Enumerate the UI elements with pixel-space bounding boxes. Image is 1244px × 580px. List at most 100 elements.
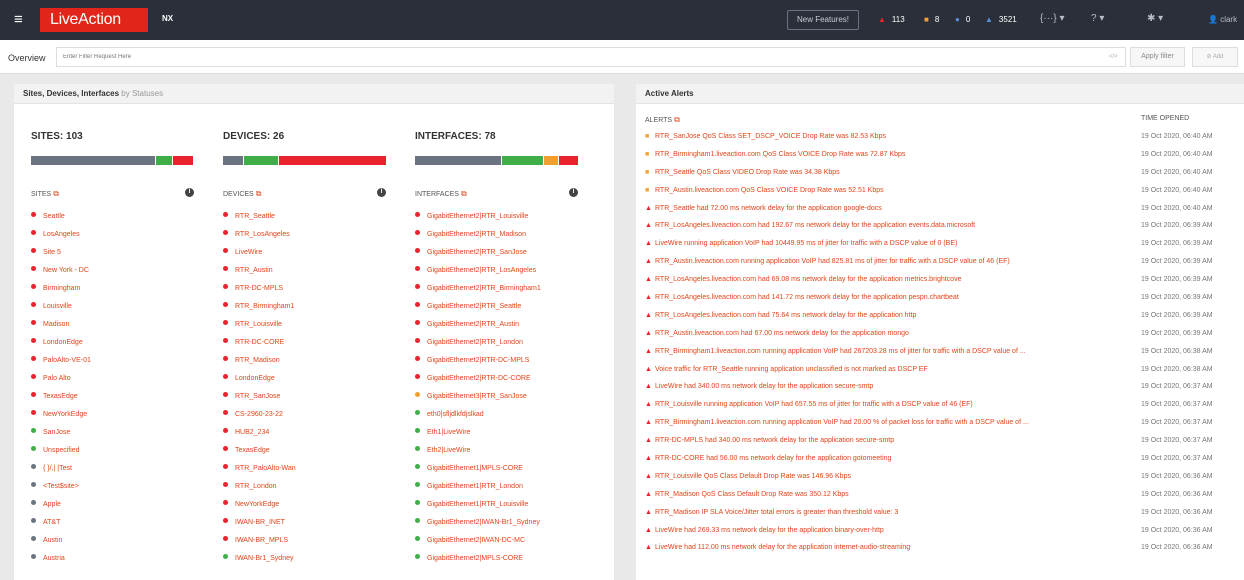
alert-row[interactable]: ▲ RTR_Madison QoS Class Default Drop Rate…	[645, 489, 1241, 507]
time-opened-column-header[interactable]: TIME OPENED	[1141, 115, 1189, 122]
list-item[interactable]: GigabitEthernet3|RTR_SanJose	[415, 392, 541, 410]
bar-segment-gray[interactable]	[223, 156, 243, 165]
overview-tab[interactable]: Overview	[8, 53, 46, 63]
list-item[interactable]: GigabitEthernet2|RTR_Birmingham1	[415, 284, 541, 302]
alert-row[interactable]: ▲ RTR_LosAngeles.liveaction.com had 69.08…	[645, 274, 1241, 292]
list-item[interactable]: GigabitEthernet2|RTR_Louisville	[415, 212, 541, 230]
list-item[interactable]: RTR_PaloAlto-Wan	[223, 464, 296, 482]
new-features-button[interactable]: New Features!	[787, 10, 859, 30]
list-item[interactable]: TexasEdge	[31, 392, 91, 410]
minor-alert-counter[interactable]: ● 0	[955, 13, 970, 27]
list-item[interactable]: Madison	[31, 320, 91, 338]
alert-message[interactable]: RTR-DC-MPLS had 340.00 ms network delay …	[655, 435, 1135, 446]
notification-counter[interactable]: ▲ 3521	[985, 13, 1017, 27]
alert-row[interactable]: ▲ RTR_LosAngeles.liveaction.com had 75.64…	[645, 310, 1241, 328]
external-link-icon[interactable]: ⧉	[461, 189, 467, 198]
list-item[interactable]: Birmingham	[31, 284, 91, 302]
external-link-icon[interactable]: ⧉	[674, 115, 680, 124]
alert-row[interactable]: ▲ RTR_Austin.liveaction.com had 67.00 ms …	[645, 328, 1241, 346]
list-item[interactable]: HUB2_234	[223, 428, 296, 446]
bar-segment-gray[interactable]	[31, 156, 155, 165]
list-item[interactable]: GigabitEthernet1|RTR_Louisville	[415, 500, 541, 518]
list-item[interactable]: TexasEdge	[223, 446, 296, 464]
alert-row[interactable]: ▲ RTR_LosAngeles.liveaction.com had 141.7…	[645, 292, 1241, 310]
help-menu-icon[interactable]: ? ▾	[1091, 11, 1104, 27]
alert-message[interactable]: RTR_Austin.liveaction.com running applic…	[655, 256, 1135, 267]
alert-row[interactable]: ▲ RTR-DC-MPLS had 340.00 ms network delay…	[645, 435, 1241, 453]
list-item[interactable]: Seattle	[31, 212, 91, 230]
alert-row[interactable]: ▲ RTR_Madison IP SLA Voice/Jitter total e…	[645, 507, 1241, 525]
settings-menu-icon[interactable]: ✱ ▾	[1147, 11, 1163, 27]
alert-row[interactable]: ▲ Voice traffic for RTR_Seattle running a…	[645, 364, 1241, 382]
alert-message[interactable]: RTR_Louisville QoS Class Default Drop Ra…	[655, 471, 1135, 482]
alert-row[interactable]: ▲ RTR_Louisville running application VoIP…	[645, 399, 1241, 417]
liveaction-logo[interactable]: LiveAction	[40, 8, 148, 32]
list-item[interactable]: IWAN-Br1_Sydney	[223, 554, 296, 572]
alert-row[interactable]: ▲ RTR_Austin.liveaction.com running appli…	[645, 256, 1241, 274]
list-item[interactable]: LondonEdge	[31, 338, 91, 356]
list-item[interactable]: IWAN-BR_INET	[223, 518, 296, 536]
alert-row[interactable]: ▲ LiveWire running application VoIP had 1…	[645, 238, 1241, 256]
bar-segment-green[interactable]	[243, 156, 278, 165]
alert-row[interactable]: ▲ LiveWire had 340.00 ms network delay fo…	[645, 381, 1241, 399]
alert-message[interactable]: LiveWire had 269.33 ms network delay for…	[655, 525, 1135, 536]
alert-row[interactable]: ■ RTR_Birmingham1.liveaction.com QoS Clas…	[645, 149, 1241, 167]
list-item[interactable]: GigabitEthernet2|RTR_Seattle	[415, 302, 541, 320]
alert-message[interactable]: RTR_Madison QoS Class Default Drop Rate …	[655, 489, 1135, 500]
list-item[interactable]: Eth1|LiveWire	[415, 428, 541, 446]
alert-message[interactable]: RTR_Birmingham1.liveaction.com running a…	[655, 346, 1135, 357]
bar-segment-green[interactable]	[501, 156, 544, 165]
alert-row[interactable]: ▲ RTR_LosAngeles.liveaction.com had 192.6…	[645, 220, 1241, 238]
alert-message[interactable]: RTR_Seattle QoS Class VIDEO Drop Rate wa…	[655, 167, 1135, 178]
bar-segment-gray[interactable]	[415, 156, 501, 165]
bar-segment-red[interactable]	[278, 156, 386, 165]
list-item[interactable]: LiveWire	[223, 248, 296, 266]
alert-message[interactable]: RTR_LosAngeles.liveaction.com had 141.72…	[655, 292, 1135, 303]
list-item[interactable]: Palo Alto	[31, 374, 91, 392]
alert-row[interactable]: ▲ LiveWire had 269.33 ms network delay fo…	[645, 525, 1241, 543]
user-menu[interactable]: 👤 clark	[1208, 12, 1237, 28]
alert-message[interactable]: RTR_LosAngeles.liveaction.com had 69.08 …	[655, 274, 1135, 285]
list-item[interactable]: RTR-DC-CORE	[223, 338, 296, 356]
external-link-icon[interactable]: ⧉	[256, 189, 262, 198]
list-item[interactable]: Site 5	[31, 248, 91, 266]
alert-row[interactable]: ▲ RTR_Birmingham1.liveaction.com running …	[645, 346, 1241, 364]
alert-message[interactable]: RTR_Seattle had 72.00 ms network delay f…	[655, 203, 1135, 214]
list-item[interactable]: RTR_LosAngeles	[223, 230, 296, 248]
list-item[interactable]: RTR_Madison	[223, 356, 296, 374]
list-item[interactable]: Apple	[31, 500, 91, 518]
info-icon[interactable]: i	[377, 188, 386, 197]
bar-segment-red[interactable]	[558, 156, 579, 165]
alert-message[interactable]: RTR_LosAngeles.liveaction.com had 192.67…	[655, 220, 1135, 231]
list-item[interactable]: GigabitEthernet2|RTR_LosAngeles	[415, 266, 541, 284]
list-item[interactable]: GigabitEthernet2|RTR_London	[415, 338, 541, 356]
info-icon[interactable]: i	[185, 188, 194, 197]
list-item[interactable]: LosAngeles	[31, 230, 91, 248]
alert-message[interactable]: RTR_Birmingham1.liveaction.com QoS Class…	[655, 149, 1135, 160]
list-item[interactable]: eth0|sfljdlkfdjslkad	[415, 410, 541, 428]
filter-request-input[interactable]	[56, 47, 1126, 67]
list-item[interactable]: New York - DC	[31, 266, 91, 284]
list-item[interactable]: GigabitEthernet2|RTR-DC-MPLS	[415, 356, 541, 374]
alert-message[interactable]: LiveWire had 112.00 ms network delay for…	[655, 542, 1135, 553]
alert-message[interactable]: RTR-DC-CORE had 56.00 ms network delay f…	[655, 453, 1135, 464]
list-item[interactable]: NewYorkEdge	[31, 410, 91, 428]
list-item[interactable]: RTR-DC-MPLS	[223, 284, 296, 302]
list-item[interactable]: GigabitEthernet2|IWAN-DC-MC	[415, 536, 541, 554]
alert-row[interactable]: ■ RTR_SanJose QoS Class SET_DSCP_VOICE Dr…	[645, 131, 1241, 149]
add-button[interactable]: ⊘ Add	[1192, 47, 1238, 67]
alert-message[interactable]: Voice traffic for RTR_Seattle running ap…	[655, 364, 1135, 375]
list-item[interactable]: RTR_Austin	[223, 266, 296, 284]
bar-segment-green[interactable]	[155, 156, 173, 165]
list-item[interactable]: RTR_Seattle	[223, 212, 296, 230]
hamburger-menu-icon[interactable]: ≡	[14, 12, 23, 27]
list-item[interactable]: GigabitEthernet2|RTR-DC-CORE	[415, 374, 541, 392]
list-item[interactable]: LondonEdge	[223, 374, 296, 392]
apply-filter-button[interactable]: Apply filter	[1130, 47, 1185, 67]
alert-message[interactable]: RTR_Austin.liveaction.com had 67.00 ms n…	[655, 328, 1135, 339]
list-item[interactable]: RTR_Birmingham1	[223, 302, 296, 320]
list-item[interactable]: <Test$site>	[31, 482, 91, 500]
list-item[interactable]: SanJose	[31, 428, 91, 446]
alert-message[interactable]: RTR_Madison IP SLA Voice/Jitter total er…	[655, 507, 1135, 518]
list-item[interactable]: CS-2960-23-22	[223, 410, 296, 428]
